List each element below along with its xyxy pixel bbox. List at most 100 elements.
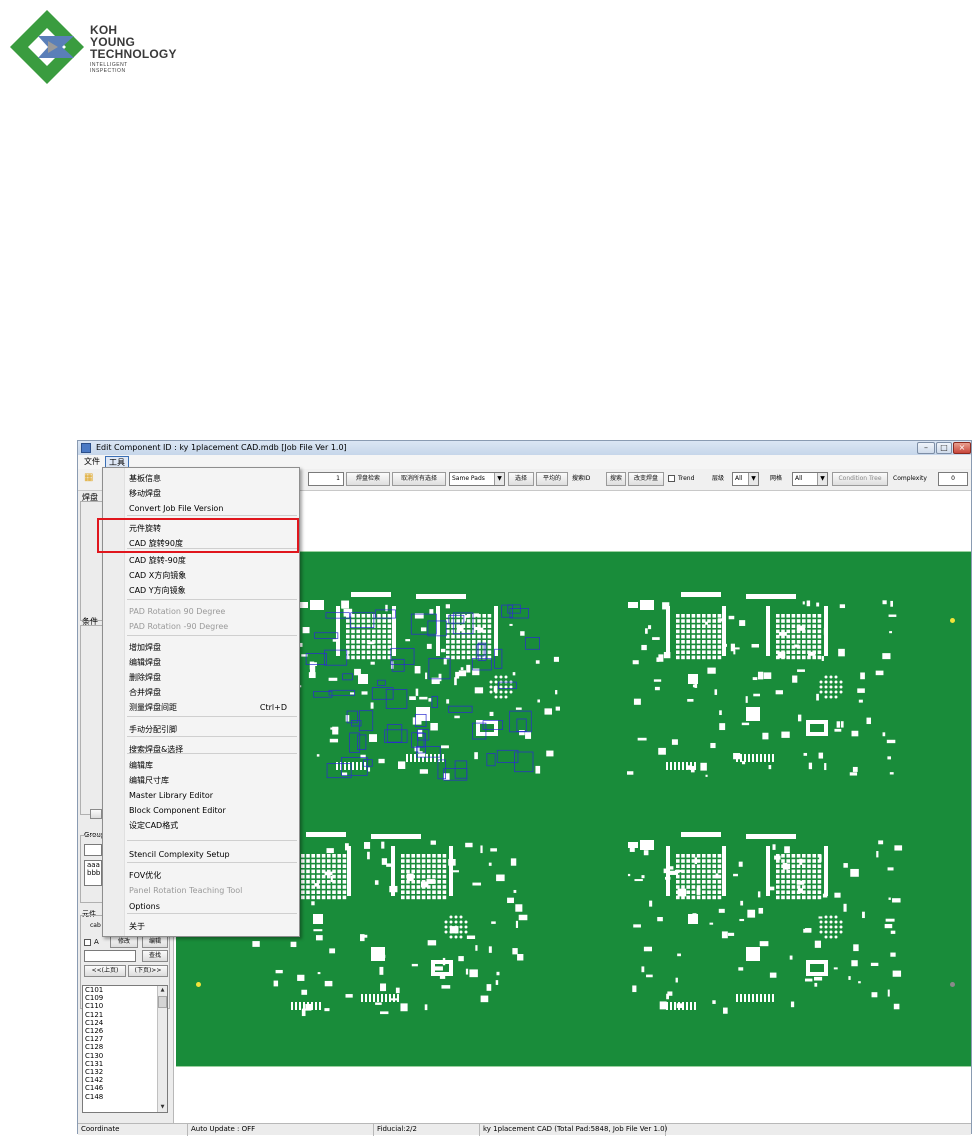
tools-menu-item[interactable]: FOV优化	[129, 869, 161, 882]
tools-menu-item[interactable]: Master Library Editor	[129, 789, 213, 802]
pcb-pad	[382, 650, 386, 654]
pcb-pad	[640, 600, 654, 610]
scroll-down-icon[interactable]: ▼	[158, 1103, 167, 1112]
tools-menu-item[interactable]: CAD 旋转-90度	[129, 554, 186, 567]
pcb-pad	[817, 880, 822, 884]
prev-page-button[interactable]: <<(上页)	[84, 965, 126, 977]
menu-file[interactable]: 文件	[81, 456, 103, 468]
pcb-pad	[356, 650, 360, 654]
pcb-pad	[723, 643, 727, 647]
pcb-pad	[882, 600, 887, 605]
component-find-input[interactable]	[84, 950, 136, 962]
minimize-button[interactable]: –	[917, 442, 935, 454]
scroll-up-icon[interactable]: ▲	[158, 986, 167, 995]
component-list-item[interactable]: C109	[85, 994, 167, 1002]
trend-checkbox[interactable]	[668, 475, 675, 482]
tools-menu-item[interactable]: CAD Y方向镜象	[129, 584, 186, 597]
next-page-button[interactable]: (下页)>>	[128, 965, 168, 977]
search-button[interactable]: 搜索	[606, 472, 626, 486]
component-list[interactable]: C101 C109 C110 C121 C124 C126 C127 C128 C130 C131…	[82, 985, 168, 1113]
pcb-pad	[360, 762, 362, 770]
pcb-pad	[405, 639, 411, 642]
tools-menu-item[interactable]: 删除焊盘	[129, 671, 161, 684]
modify-button[interactable]: 修改	[110, 936, 138, 948]
pcb-pad	[643, 946, 653, 952]
tools-menu-item[interactable]: 关于	[129, 920, 145, 933]
edit-button[interactable]: 编辑	[142, 936, 168, 948]
component-list-item[interactable]: C130	[85, 1052, 167, 1060]
average-button[interactable]: 平均的	[536, 472, 568, 486]
component-list-item[interactable]: C148	[85, 1093, 167, 1101]
a-checkbox[interactable]	[84, 939, 91, 946]
component-list-item[interactable]: C132	[85, 1068, 167, 1076]
component-list-item[interactable]: C142	[85, 1076, 167, 1084]
group-input[interactable]	[84, 844, 102, 856]
pad-filter-select[interactable]: Same Pads ▼	[449, 472, 505, 486]
title-bar[interactable]: Edit Component ID : ky 1placement CAD.md…	[78, 441, 971, 455]
tools-menu-item[interactable]: CAD X方向镜象	[129, 569, 186, 582]
component-list-item[interactable]: C128	[85, 1043, 167, 1051]
tools-menu-item[interactable]: 编辑尺寸库	[129, 774, 169, 787]
group-list[interactable]: aaa bbb	[84, 860, 102, 886]
pcb-pad	[712, 885, 716, 889]
pcb-pad	[781, 614, 785, 618]
component-list-item[interactable]: C127	[85, 1035, 167, 1043]
pcb-pad	[670, 762, 672, 770]
pcb-pad	[315, 1002, 317, 1010]
component-list-scrollbar[interactable]: ▲ ▼	[157, 986, 167, 1112]
tools-menu-item[interactable]: 测量焊盘间距	[129, 701, 177, 714]
group-list-item[interactable]: bbb	[87, 869, 101, 877]
layer-select[interactable]: All ▼	[732, 472, 759, 486]
tools-menu-item[interactable]: 合并焊盘	[129, 686, 161, 699]
tools-menu-item[interactable]: 增加焊盘	[129, 641, 161, 654]
tools-menu-item[interactable]: 移动焊盘	[129, 487, 161, 500]
component-list-item[interactable]: C126	[85, 1027, 167, 1035]
pcb-pad	[707, 614, 711, 618]
pcb-pad	[314, 883, 319, 887]
cancel-all-selection-button[interactable]: 取消所有选择	[392, 472, 446, 486]
tools-menu-item[interactable]: Options	[129, 900, 160, 913]
pcb-pad	[802, 601, 805, 605]
pcb-pad	[480, 995, 489, 1003]
component-list-item[interactable]: C124	[85, 1019, 167, 1027]
component-list-item[interactable]: C101	[85, 986, 167, 994]
tools-menu-item[interactable]: 设定CAD格式	[129, 819, 178, 832]
tools-menu-item[interactable]: Block Component Editor	[129, 804, 226, 817]
tools-menu-item[interactable]: 搜索焊盘&选择	[129, 743, 183, 756]
pcb-pad	[858, 699, 863, 703]
tools-menu-item[interactable]: 手动分配引脚	[129, 723, 177, 736]
component-list-item[interactable]: C121	[85, 1011, 167, 1019]
change-pad-button[interactable]: 改变焊盘	[628, 472, 664, 486]
pcb-pad	[691, 650, 696, 654]
pcb-pad	[555, 690, 558, 695]
pcb-pad	[332, 890, 336, 894]
tools-menu-item[interactable]: Stencil Complexity Setup	[129, 848, 230, 861]
group-list-item[interactable]: aaa	[87, 861, 101, 869]
component-list-item[interactable]: C110	[85, 1002, 167, 1010]
pcb-pad	[816, 602, 820, 607]
pcb-pad	[315, 935, 323, 941]
tools-menu-item[interactable]: 编辑库	[129, 759, 153, 772]
tools-menu-item[interactable]: 基板信息	[129, 472, 161, 485]
find-button[interactable]: 查找	[142, 950, 168, 962]
pcb-pad	[442, 885, 447, 889]
close-button[interactable]: ×	[953, 442, 971, 454]
component-list-item[interactable]: C146	[85, 1084, 167, 1092]
open-folder-icon[interactable]: ▦	[84, 473, 96, 483]
component-list-item[interactable]: C131	[85, 1060, 167, 1068]
condition-tree-button[interactable]: Condition Tree	[832, 472, 888, 486]
select-button[interactable]: 选择	[508, 472, 534, 486]
pcb-pad	[696, 650, 701, 654]
condition-scroll-button[interactable]	[90, 809, 102, 819]
scroll-thumb[interactable]	[158, 996, 167, 1008]
pad-number-input[interactable]: 1	[308, 472, 344, 486]
tools-menu-item[interactable]: 编辑焊盘	[129, 656, 161, 669]
tools-menu-item[interactable]: Convert Job File Version	[129, 502, 223, 515]
net-select[interactable]: All ▼	[792, 472, 828, 486]
pad-search-button[interactable]: 焊盘检索	[346, 472, 390, 486]
pcb-pad	[772, 754, 774, 762]
complexity-field[interactable]: 0	[938, 472, 968, 486]
pcb-pad	[387, 619, 392, 623]
pcb-ball-pad	[459, 935, 463, 939]
maximize-button[interactable]: □	[936, 442, 952, 454]
